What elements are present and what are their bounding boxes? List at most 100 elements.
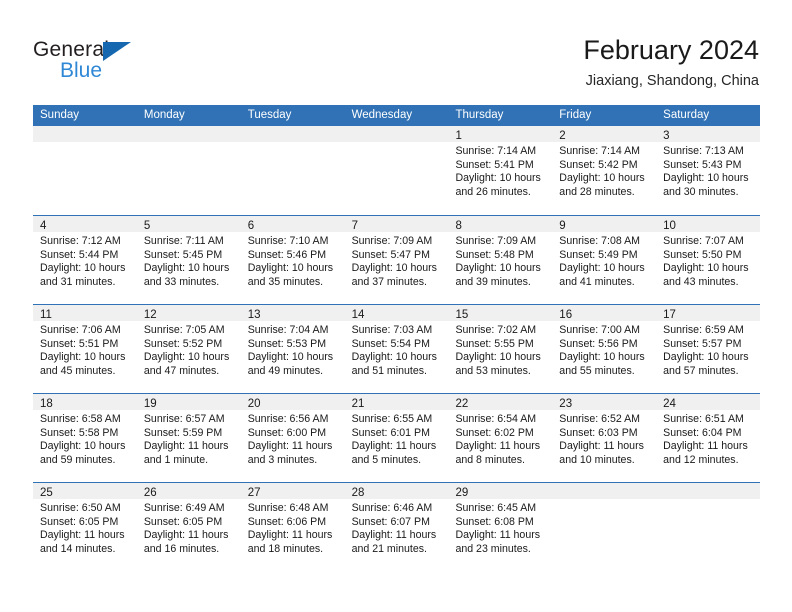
day-number: 2 (559, 130, 566, 142)
day-number: 22 (455, 398, 469, 410)
calendar-day-cell[interactable]: 9 Sunrise: 7:08 AM Sunset: 5:49 PM Daylight… (552, 216, 657, 304)
sun-info: Sunrise: 6:48 AM Sunset: 6:06 PM Daylight:… (241, 499, 345, 556)
daylight-duration-line1: Daylight: 10 hours (455, 172, 541, 185)
calendar-day-cell[interactable]: 4 Sunrise: 7:12 AM Sunset: 5:44 PM Daylight… (33, 216, 137, 304)
sunset-time: Sunset: 5:42 PM (559, 158, 638, 171)
daylight-duration-line2: and 30 minutes. (663, 185, 739, 198)
daylight-duration-line1: Daylight: 11 hours (455, 529, 541, 542)
calendar-week-row: 11 Sunrise: 7:06 AM Sunset: 5:51 PM Dayligh… (33, 304, 761, 393)
sun-info: Sunrise: 7:03 AM Sunset: 5:54 PM Daylight:… (345, 321, 449, 378)
calendar-day-cell[interactable]: 16 Sunrise: 7:00 AM Sunset: 5:56 PM Dayligh… (552, 305, 657, 393)
day-number-band: 8 (448, 216, 553, 232)
sunset-time: Sunset: 5:56 PM (559, 337, 638, 350)
sun-info: Sunrise: 7:14 AM Sunset: 5:41 PM Daylight:… (448, 142, 552, 199)
day-number-band: 7 (344, 216, 449, 232)
calendar-day-cell[interactable]: 3 Sunrise: 7:13 AM Sunset: 5:43 PM Daylight… (656, 126, 761, 215)
daylight-duration-line1: Daylight: 10 hours (40, 351, 126, 364)
calendar-weeks: 1 Sunrise: 7:14 AM Sunset: 5:41 PM Daylight… (33, 126, 761, 571)
calendar-day-cell[interactable]: 27 Sunrise: 6:48 AM Sunset: 6:06 PM Dayligh… (240, 483, 345, 571)
sunrise-time: Sunrise: 7:03 AM (351, 324, 433, 336)
sun-info: Sunrise: 7:11 AM Sunset: 5:45 PM Daylight:… (137, 232, 241, 289)
calendar-page: General Blue February 2024 Jiaxiang, Sha… (0, 0, 792, 612)
calendar-day-cell[interactable]: 10 Sunrise: 7:07 AM Sunset: 5:50 PM Dayligh… (656, 216, 761, 304)
day-number-band: 23 (552, 394, 657, 410)
sunset-time: Sunset: 6:07 PM (351, 515, 430, 528)
sun-info: Sunrise: 6:46 AM Sunset: 6:07 PM Daylight:… (345, 499, 449, 556)
weekday-header-sunday: Sunday (40, 109, 80, 121)
day-number: 28 (351, 487, 365, 499)
calendar-day-cell[interactable]: 6 Sunrise: 7:10 AM Sunset: 5:46 PM Daylight… (240, 216, 345, 304)
sunset-time: Sunset: 5:58 PM (40, 426, 119, 439)
daylight-duration-line2: and 1 minute. (143, 453, 209, 466)
daylight-duration-line1: Daylight: 10 hours (559, 262, 645, 275)
calendar-day-cell[interactable]: 15 Sunrise: 7:02 AM Sunset: 5:55 PM Dayligh… (448, 305, 553, 393)
sun-info: Sunrise: 7:00 AM Sunset: 5:56 PM Daylight:… (552, 321, 656, 378)
day-number-band: 18 (33, 394, 137, 410)
day-number: 21 (351, 398, 365, 410)
day-number-band: 17 (656, 305, 761, 321)
day-number: 17 (663, 309, 676, 321)
calendar-day-cell[interactable]: 14 Sunrise: 7:03 AM Sunset: 5:54 PM Dayligh… (344, 305, 449, 393)
calendar-day-cell[interactable]: 24 Sunrise: 6:51 AM Sunset: 6:04 PM Dayligh… (656, 394, 761, 482)
sun-info: Sunrise: 7:04 AM Sunset: 5:53 PM Daylight:… (241, 321, 345, 378)
calendar-day-cell[interactable]: 25 Sunrise: 6:50 AM Sunset: 6:05 PM Dayligh… (33, 483, 137, 571)
calendar-day-cell[interactable]: 19 Sunrise: 6:57 AM Sunset: 5:59 PM Dayligh… (136, 394, 241, 482)
day-number-band: 14 (344, 305, 449, 321)
calendar-day-cell[interactable]: 2 Sunrise: 7:14 AM Sunset: 5:42 PM Daylight… (552, 126, 657, 215)
sunset-time: Sunset: 6:02 PM (455, 426, 534, 439)
sunset-time: Sunset: 6:00 PM (247, 426, 327, 439)
sunset-time: Sunset: 5:55 PM (455, 337, 534, 350)
calendar-day-cell[interactable]: 23 Sunrise: 6:52 AM Sunset: 6:03 PM Dayligh… (552, 394, 657, 482)
calendar-day-cell[interactable]: 17 Sunrise: 6:59 AM Sunset: 5:57 PM Dayligh… (656, 305, 761, 393)
daylight-duration-line1: Daylight: 11 hours (559, 440, 644, 453)
sunset-time: Sunset: 6:05 PM (40, 515, 119, 528)
sun-info: Sunrise: 6:55 AM Sunset: 6:01 PM Daylight:… (345, 410, 449, 467)
sun-info: Sunrise: 7:12 AM Sunset: 5:44 PM Daylight:… (33, 232, 137, 289)
calendar-day-cell[interactable]: 22 Sunrise: 6:54 AM Sunset: 6:02 PM Dayligh… (448, 394, 553, 482)
calendar-day-cell[interactable]: 20 Sunrise: 6:56 AM Sunset: 6:00 PM Dayligh… (240, 394, 345, 482)
daylight-duration-line1: Daylight: 10 hours (663, 172, 749, 185)
sunrise-time: Sunrise: 7:04 AM (247, 324, 329, 336)
day-number-band: 5 (136, 216, 241, 232)
calendar-day-cell[interactable]: 13 Sunrise: 7:04 AM Sunset: 5:53 PM Dayligh… (240, 305, 345, 393)
daylight-duration-line2: and 21 minutes. (351, 542, 427, 555)
sunset-time: Sunset: 5:57 PM (663, 337, 742, 350)
calendar-day-cell[interactable]: 21 Sunrise: 6:55 AM Sunset: 6:01 PM Dayligh… (344, 394, 449, 482)
calendar-day-cell[interactable]: 8 Sunrise: 7:09 AM Sunset: 5:48 PM Daylight… (448, 216, 553, 304)
sunrise-time: Sunrise: 6:50 AM (40, 502, 121, 514)
sunset-time: Sunset: 5:47 PM (351, 248, 430, 261)
sunset-time: Sunset: 5:44 PM (40, 248, 119, 261)
sunrise-time: Sunrise: 6:46 AM (351, 502, 433, 514)
calendar-day-cell[interactable]: 7 Sunrise: 7:09 AM Sunset: 5:47 PM Daylight… (344, 216, 449, 304)
daylight-duration-line2: and 43 minutes. (663, 275, 739, 288)
title-block: February 2024 Jiaxiang, Shandong, China (583, 34, 759, 91)
calendar-day-cell[interactable]: 29 Sunrise: 6:45 AM Sunset: 6:08 PM Dayligh… (448, 483, 553, 571)
day-number: 1 (455, 130, 462, 142)
daylight-duration-line2: and 35 minutes. (247, 275, 324, 288)
sunrise-time: Sunrise: 6:51 AM (663, 413, 744, 425)
calendar-day-cell[interactable]: 26 Sunrise: 6:49 AM Sunset: 6:05 PM Dayligh… (136, 483, 241, 571)
daylight-duration-line1: Daylight: 11 hours (247, 440, 333, 453)
sunrise-time: Sunrise: 7:11 AM (143, 235, 224, 247)
sunrise-time: Sunrise: 6:49 AM (143, 502, 225, 514)
day-number: 9 (559, 220, 566, 232)
page-subtitle: Jiaxiang, Shandong, China (585, 73, 759, 89)
daylight-duration-line1: Daylight: 11 hours (40, 529, 125, 542)
calendar-day-cell[interactable]: 5 Sunrise: 7:11 AM Sunset: 5:45 PM Daylight… (136, 216, 241, 304)
calendar-day-cell[interactable]: 12 Sunrise: 7:05 AM Sunset: 5:52 PM Dayligh… (136, 305, 241, 393)
day-number: 16 (559, 309, 573, 321)
calendar-day-cell[interactable]: 1 Sunrise: 7:14 AM Sunset: 5:41 PM Daylight… (448, 126, 553, 215)
sun-info: Sunrise: 7:14 AM Sunset: 5:42 PM Daylight:… (552, 142, 656, 199)
sunset-time: Sunset: 5:45 PM (143, 248, 223, 261)
calendar-day-cell[interactable]: 18 Sunrise: 6:58 AM Sunset: 5:58 PM Dayligh… (33, 394, 137, 482)
sunset-time: Sunset: 5:59 PM (143, 426, 223, 439)
day-number: 25 (40, 487, 53, 499)
calendar-day-cell[interactable]: 11 Sunrise: 7:06 AM Sunset: 5:51 PM Dayligh… (33, 305, 137, 393)
calendar-day-cell[interactable]: 28 Sunrise: 6:46 AM Sunset: 6:07 PM Dayligh… (344, 483, 449, 571)
daylight-duration-line1: Daylight: 10 hours (247, 351, 334, 364)
day-number: 10 (663, 220, 676, 232)
sunrise-time: Sunrise: 7:14 AM (559, 145, 640, 157)
day-number-band: 24 (656, 394, 761, 410)
sunrise-time: Sunrise: 6:54 AM (455, 413, 537, 425)
daylight-duration-line1: Daylight: 10 hours (40, 440, 126, 453)
